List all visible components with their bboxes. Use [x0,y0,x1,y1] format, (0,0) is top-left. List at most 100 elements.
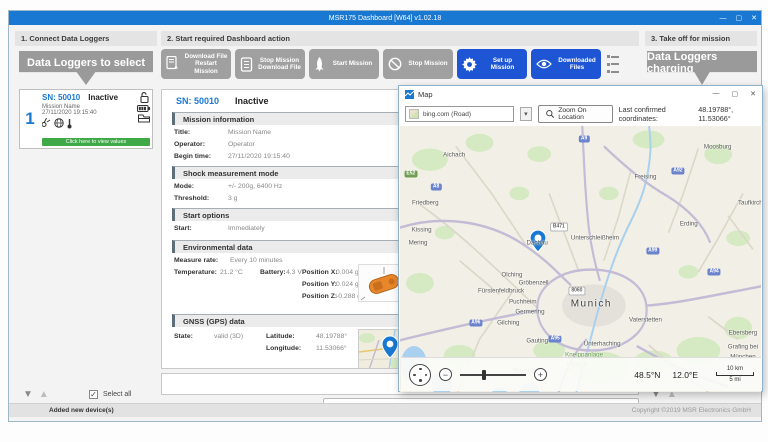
device-index: 1 [20,90,40,148]
document-icon [240,57,253,72]
select-all-checkbox[interactable]: ✓ [89,390,98,399]
download-file-restart-mission-button[interactable]: Download FileRestart Mission [161,49,231,79]
button-label: Download File [258,64,301,71]
zoom-on-location-button[interactable]: Zoom On Location [538,105,613,123]
magnifier-icon [546,109,554,119]
battery-icon [137,105,150,112]
minimize-icon[interactable]: — [720,15,727,22]
coords-label: Last confirmed coordinates: [619,105,693,123]
rocket-icon [314,57,325,72]
device-serial-number: SN: 50010 [42,93,80,102]
eye-icon [536,59,552,69]
provider-dropdown-button[interactable]: ▾ [520,107,532,121]
pan-control[interactable] [409,364,431,386]
row-label: Measure rate: [174,257,218,264]
no-entry-icon [388,57,402,71]
stop-mission-download-file-button[interactable]: Stop MissionDownload File [235,49,305,79]
device-status: Inactive [88,93,118,102]
select-all-control[interactable]: ✓ Select all [89,390,131,399]
device-card-50010[interactable]: 1 SN: 50010 Inactive Mission Name 27/11/… [19,89,153,149]
set-up-mission-button[interactable]: Set up Mission [457,49,527,79]
chevron-down-icon: ▾ [524,110,528,118]
row-label: Longitude: [266,345,301,352]
button-label: Set up Mission [491,57,514,72]
zoom-slider[interactable] [460,374,526,376]
column3-header: 3. Take off for mission [645,31,757,46]
road-shield: A99 [646,248,659,255]
view-list-icon[interactable] [607,55,619,73]
map-city-label: Vaterstetten [629,317,662,324]
select-all-label: Select all [103,391,131,398]
map-latitude: 48.5°N [634,370,660,380]
map-city-label: Friedberg [412,200,438,207]
button-label: Restart Mission [194,60,217,75]
map-city-label: Munich [571,299,612,310]
road-shield: A95 [549,335,562,342]
map-city-label: Germering [515,309,544,316]
row-label: Position Y: [302,281,337,288]
maximize-icon[interactable]: ▢ [732,90,739,98]
map-city-label: Gröbenzell [519,279,549,286]
shock-sensor-icon [42,118,51,128]
map-window: Map — ▢ ✕ bing.com (Road) ▾ Zoom On Loca… [398,85,763,392]
road-shield: A94 [707,269,720,276]
thermometer-icon [67,118,72,129]
close-icon[interactable]: ✕ [750,90,756,98]
map-city-label: Gauting [526,338,548,345]
map-longitude: 12.0°E [672,370,698,380]
road-shield: A9 [579,136,589,143]
left-column-arrows: ▼ ▲ [23,389,49,400]
road-shield: E52 [404,170,417,177]
button-label: Download File [185,53,228,60]
zoom-slider-thumb[interactable] [482,370,486,380]
row-value: 48.19788° [316,333,347,340]
map-city-label: Grafing bei [728,343,758,350]
button-label: Files [570,64,584,71]
globe-icon [54,118,64,128]
row-value: 4.3 V [286,269,302,276]
stop-mission-button[interactable]: Stop Mission [383,49,453,79]
data-loggers-charging-banner: Data Loggers charging [647,51,757,85]
map-city-label: Taufkirchen [738,200,761,207]
button-label: Downloaded [558,57,595,64]
map-city-label: Mering [409,240,428,247]
map-provider-select[interactable]: bing.com (Road) [405,106,514,122]
lock-open-icon [139,92,149,103]
start-mission-button[interactable]: Start Mission [309,49,379,79]
zoom-in-button[interactable]: + [534,368,547,381]
map-controls-bar: − + 48.5°N 12.0°E 10 km 5 mi [401,357,761,391]
row-label: Latitude: [266,333,295,340]
row-value: 27/11/2020 19:15:40 [228,153,290,160]
road-shield: B471 [550,223,568,232]
status-message: Added new device(s) [49,407,114,414]
map-canvas[interactable]: AichachFriedbergKissingMeringDachauUnter… [400,126,761,392]
map-provider-value: bing.com (Road) [423,111,510,118]
map-titlebar[interactable]: Map — ▢ ✕ [399,86,762,102]
road-shield: A96 [469,319,482,326]
click-to-view-values-banner[interactable]: Click here to view values [42,138,150,146]
map-city-label: Aichach [443,152,465,159]
row-value: Operator [228,141,255,148]
app-titlebar[interactable]: MSR175 Dashboard [W64] v1.02.18 — ▢ ✕ [9,11,761,25]
row-label: Position Z: [302,293,337,300]
scroll-up-icon[interactable]: ▲ [39,389,49,400]
map-city-label: Fürstenfeldbruck [478,287,524,294]
row-value: Mission Name [228,129,271,136]
road-shield: 8060 [568,286,585,295]
map-toolbar: bing.com (Road) ▾ Zoom On Location Last … [399,102,762,126]
map-city-label: Unterhaching [584,341,621,348]
row-label: Temperature: [174,269,217,276]
map-city-label: Olching [501,271,522,278]
minimize-icon[interactable]: — [713,90,720,98]
column1-header: 1. Connect Data Loggers [15,31,157,46]
row-label: Threshold: [174,195,209,202]
row-value: +/- 200g, 6400 Hz [228,183,282,190]
zoom-out-button[interactable]: − [439,368,452,381]
row-label: Title: [174,129,190,136]
close-icon[interactable]: ✕ [751,14,757,22]
maximize-icon[interactable]: ▢ [736,14,743,22]
map-window-icon [405,90,414,99]
downloaded-files-button[interactable]: DownloadedFiles [531,49,601,79]
road-shield: A8 [431,184,441,191]
scroll-down-icon[interactable]: ▼ [23,389,33,400]
